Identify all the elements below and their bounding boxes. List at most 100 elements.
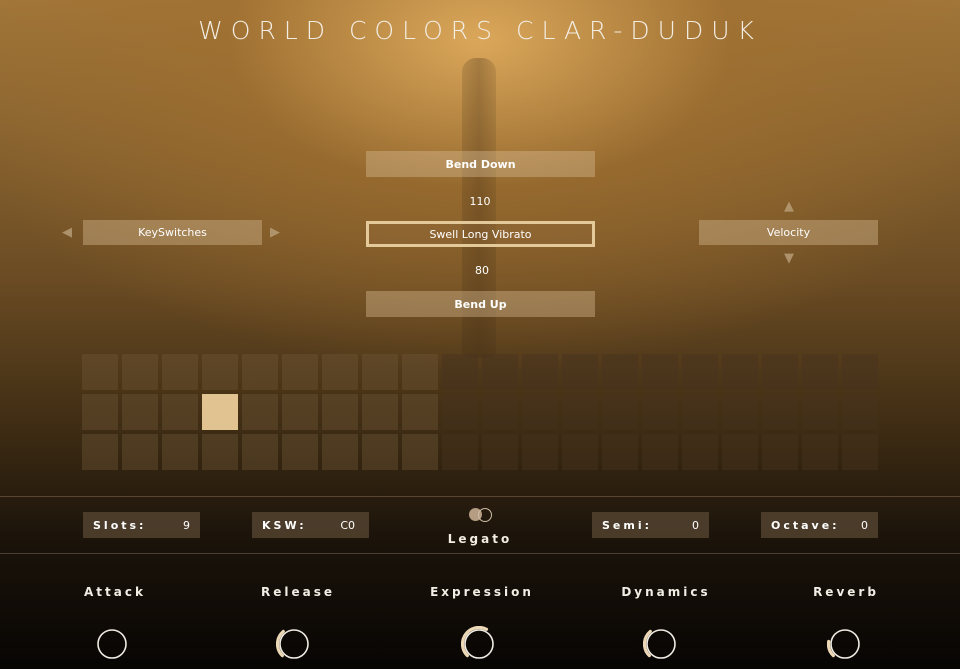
slot-cell[interactable] bbox=[562, 434, 598, 470]
slot-cell[interactable] bbox=[122, 394, 158, 430]
slot-cell[interactable] bbox=[482, 394, 518, 430]
knob-ring bbox=[279, 629, 309, 659]
slot-cell[interactable] bbox=[362, 354, 398, 390]
attack-knob[interactable] bbox=[94, 626, 130, 662]
slot-cell[interactable] bbox=[162, 394, 198, 430]
expression-knob[interactable] bbox=[461, 626, 497, 662]
slot-cell[interactable] bbox=[642, 434, 678, 470]
slot-cell[interactable] bbox=[322, 354, 358, 390]
slot-cell[interactable] bbox=[402, 354, 438, 390]
slot-cell[interactable] bbox=[562, 394, 598, 430]
slot-cell[interactable] bbox=[82, 354, 118, 390]
slot-cell[interactable] bbox=[122, 434, 158, 470]
slot-cell[interactable] bbox=[682, 394, 718, 430]
slot-cell[interactable] bbox=[482, 354, 518, 390]
knob-ring bbox=[830, 629, 860, 659]
slot-cell[interactable] bbox=[202, 434, 238, 470]
slot-cell[interactable] bbox=[522, 354, 558, 390]
slot-cell[interactable] bbox=[842, 394, 878, 430]
slot-cell[interactable] bbox=[442, 394, 478, 430]
slot-cell[interactable] bbox=[682, 434, 718, 470]
slot-cell[interactable] bbox=[562, 354, 598, 390]
divider-top bbox=[0, 496, 960, 497]
slot-cell[interactable] bbox=[322, 434, 358, 470]
slot-cell[interactable] bbox=[842, 354, 878, 390]
slot-cell[interactable] bbox=[682, 354, 718, 390]
slot-cell[interactable] bbox=[642, 354, 678, 390]
knob-ring bbox=[464, 629, 494, 659]
app-title: WORLD COLORS CLAR-DUDUK bbox=[198, 16, 762, 45]
semi-label: Semi: bbox=[602, 518, 653, 532]
velocity-selector[interactable]: Velocity bbox=[699, 220, 878, 245]
slot-cell[interactable] bbox=[82, 434, 118, 470]
slot-cell[interactable] bbox=[282, 394, 318, 430]
keyswitches-selector[interactable]: KeySwitches bbox=[83, 220, 262, 245]
slot-cell[interactable] bbox=[282, 354, 318, 390]
bend-up-button[interactable]: Bend Up bbox=[366, 291, 595, 317]
slot-cell[interactable] bbox=[802, 394, 838, 430]
ksw-field[interactable]: KSW: C0 bbox=[252, 512, 369, 538]
knob-label-attack: Attack bbox=[84, 585, 146, 599]
slot-cell[interactable] bbox=[402, 434, 438, 470]
slots-field[interactable]: Slots: 9 bbox=[83, 512, 200, 538]
slot-cell[interactable] bbox=[442, 434, 478, 470]
release-knob[interactable] bbox=[276, 626, 312, 662]
slot-cell[interactable] bbox=[802, 354, 838, 390]
knob-label-reverb: Reverb bbox=[813, 585, 879, 599]
legato-toggle[interactable] bbox=[469, 507, 493, 523]
semi-value: 0 bbox=[692, 518, 699, 532]
ksw-value: C0 bbox=[340, 518, 355, 532]
slot-cell[interactable] bbox=[162, 434, 198, 470]
slot-cell-selected[interactable] bbox=[202, 394, 238, 430]
slot-cell[interactable] bbox=[242, 394, 278, 430]
knob-label-expression: Expression bbox=[430, 585, 534, 599]
slots-label: Slots: bbox=[93, 518, 147, 532]
slot-cell[interactable] bbox=[362, 394, 398, 430]
octave-value: 0 bbox=[861, 518, 868, 532]
slot-cell[interactable] bbox=[402, 394, 438, 430]
divider-bottom bbox=[0, 553, 960, 554]
slot-cell[interactable] bbox=[802, 434, 838, 470]
slot-cell[interactable] bbox=[242, 354, 278, 390]
octave-field[interactable]: Octave: 0 bbox=[761, 512, 878, 538]
velocity-up-arrow-icon[interactable]: ▲ bbox=[784, 200, 794, 213]
slot-cell[interactable] bbox=[442, 354, 478, 390]
knob-ring bbox=[646, 629, 676, 659]
slot-cell[interactable] bbox=[362, 434, 398, 470]
slot-grid bbox=[82, 354, 878, 470]
slot-cell[interactable] bbox=[602, 394, 638, 430]
slot-cell[interactable] bbox=[722, 394, 758, 430]
bend-down-button[interactable]: Bend Down bbox=[366, 151, 595, 177]
slot-cell[interactable] bbox=[762, 354, 798, 390]
legato-label: Legato bbox=[447, 532, 513, 546]
velocity-down-arrow-icon[interactable]: ▼ bbox=[784, 252, 794, 265]
slot-cell[interactable] bbox=[82, 394, 118, 430]
dynamics-knob[interactable] bbox=[643, 626, 679, 662]
knob-ring bbox=[97, 629, 127, 659]
knob-level-arc bbox=[461, 626, 489, 658]
slot-cell[interactable] bbox=[122, 354, 158, 390]
slot-cell[interactable] bbox=[762, 434, 798, 470]
slot-cell[interactable] bbox=[322, 394, 358, 430]
reverb-knob[interactable] bbox=[827, 626, 863, 662]
slot-cell[interactable] bbox=[482, 434, 518, 470]
keyswitches-prev-arrow-icon[interactable]: ◀ bbox=[62, 226, 72, 239]
slot-cell[interactable] bbox=[602, 434, 638, 470]
slot-cell[interactable] bbox=[842, 434, 878, 470]
slot-cell[interactable] bbox=[762, 394, 798, 430]
knob-label-release: Release bbox=[260, 585, 335, 599]
slot-cell[interactable] bbox=[162, 354, 198, 390]
slots-value: 9 bbox=[183, 518, 190, 532]
slot-cell[interactable] bbox=[602, 354, 638, 390]
keyswitches-next-arrow-icon[interactable]: ▶ bbox=[270, 226, 280, 239]
slot-cell[interactable] bbox=[642, 394, 678, 430]
slot-cell[interactable] bbox=[522, 394, 558, 430]
slot-cell[interactable] bbox=[202, 354, 238, 390]
semi-field[interactable]: Semi: 0 bbox=[592, 512, 709, 538]
slot-cell[interactable] bbox=[522, 434, 558, 470]
slot-cell[interactable] bbox=[242, 434, 278, 470]
slot-cell[interactable] bbox=[722, 434, 758, 470]
slot-cell[interactable] bbox=[722, 354, 758, 390]
slot-cell[interactable] bbox=[282, 434, 318, 470]
selected-articulation[interactable]: Swell Long Vibrato bbox=[366, 221, 595, 247]
